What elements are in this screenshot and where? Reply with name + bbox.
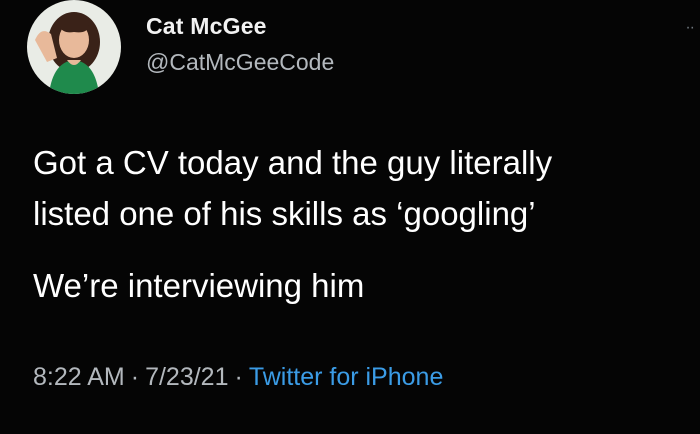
- tweet-card: Cat McGee @CatMcGeeCode ·· Got a CV toda…: [0, 0, 700, 434]
- ellipsis-icon[interactable]: ··: [676, 20, 695, 36]
- tweet-text-line: We’re interviewing him: [33, 267, 365, 304]
- tweet-text-line: Got a CV today and the guy literally: [33, 144, 553, 181]
- author-handle[interactable]: @CatMcGeeCode: [146, 49, 334, 76]
- tweet-source-link[interactable]: Twitter for iPhone: [249, 363, 444, 391]
- author-name[interactable]: Cat McGee: [146, 13, 267, 40]
- profile-photo-icon: [27, 0, 121, 94]
- tweet-time[interactable]: 8:22 AM: [33, 363, 125, 391]
- tweet-text-line: listed one of his skills as ‘googling’: [33, 195, 536, 232]
- tweet-date[interactable]: 7/23/21: [145, 363, 228, 391]
- tweet-meta: 8:22 AM · 7/23/21 · Twitter for iPhone: [33, 363, 443, 392]
- avatar[interactable]: [27, 0, 121, 94]
- separator-dot: ·: [130, 363, 140, 391]
- separator-dot: ·: [234, 363, 243, 391]
